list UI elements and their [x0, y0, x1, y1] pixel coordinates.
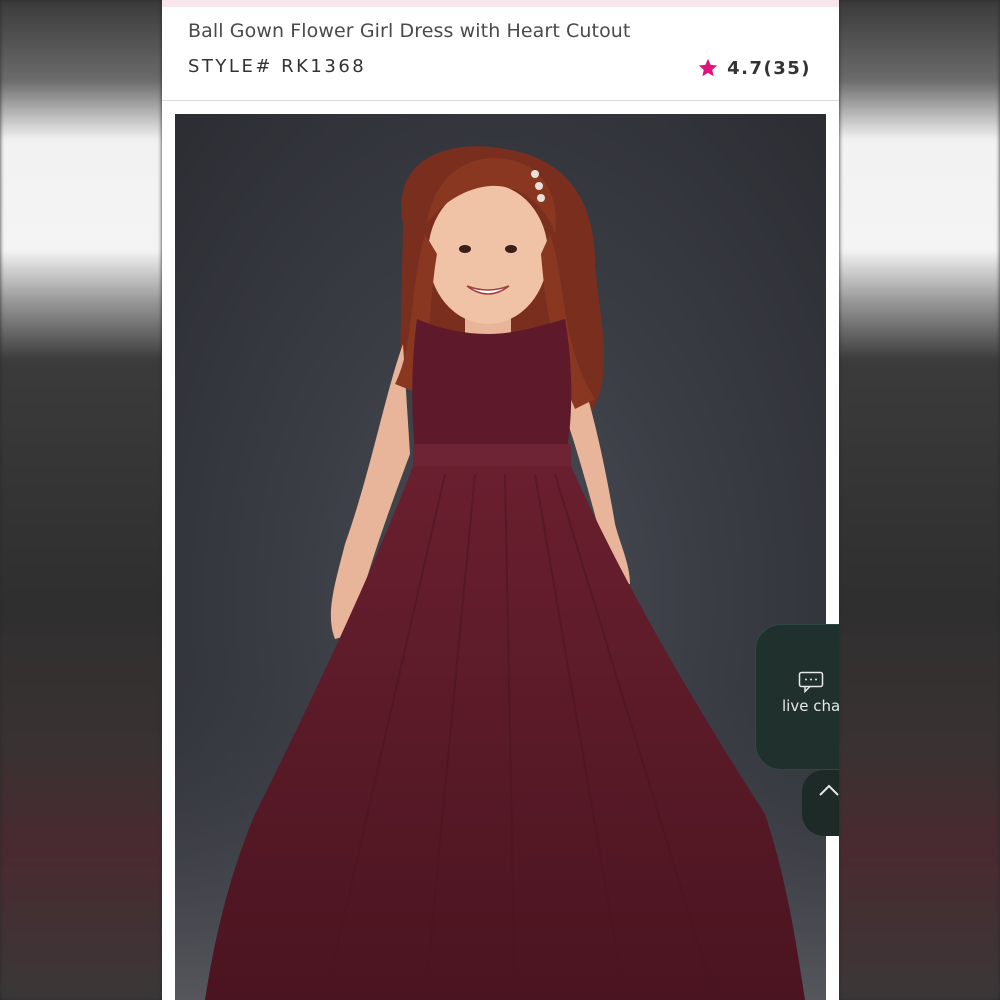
star-icon [698, 58, 718, 77]
top-banner-strip [162, 0, 839, 7]
rating-value: 4.7(35) [727, 57, 811, 79]
style-number: STYLE# RK1368 [188, 56, 367, 77]
product-title: Ball Gown Flower Girl Dress with Heart C… [188, 20, 631, 42]
chat-bubble-icon [798, 671, 824, 693]
chevron-up-icon [819, 784, 839, 796]
live-chat-button[interactable]: live chat [755, 624, 839, 770]
background-right [839, 0, 1000, 1000]
background-left [0, 0, 162, 1000]
live-chat-label: live chat [782, 697, 839, 715]
product-image[interactable] [175, 114, 826, 1000]
scroll-to-top-button[interactable] [802, 770, 839, 836]
product-photo-illustration [175, 146, 826, 1000]
product-page: Ball Gown Flower Girl Dress with Heart C… [162, 0, 839, 1000]
rating[interactable]: 4.7(35) [697, 57, 811, 79]
product-header: Ball Gown Flower Girl Dress with Heart C… [162, 7, 839, 101]
